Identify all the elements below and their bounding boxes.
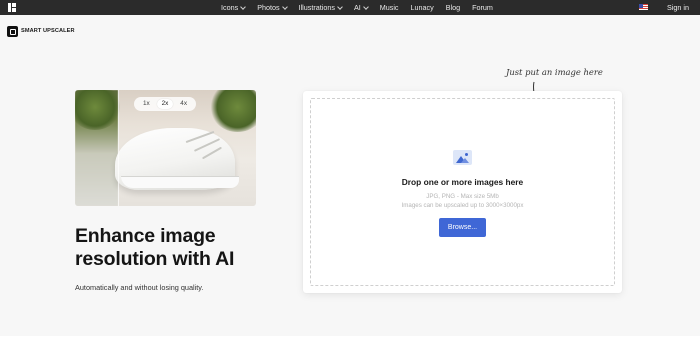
nav-item-label: Blog [445,3,461,12]
sign-in-link[interactable]: Sign in [667,0,689,15]
scale-option-1x[interactable]: 1x [138,99,154,109]
dropzone-format-note: JPG, PNG - Max size 5Mb [426,193,499,200]
nav-item-label: Illustrations [298,3,335,12]
image-dropzone[interactable] [310,98,615,286]
scale-option-4x[interactable]: 4x [176,99,192,109]
nav-item-label: Lunacy [410,3,434,12]
chevron-down-icon [362,3,369,10]
page-title: Enhance image resolution with AI [75,225,295,271]
title-line-2: resolution with AI [75,248,235,270]
upload-card [303,91,622,293]
main-menu: Icons Photos Illustrations AI Music Luna… [221,0,505,15]
chevron-down-icon [337,3,343,10]
sneaker-sole [121,176,239,188]
chevron-down-icon [281,3,288,10]
chevron-down-icon [240,3,247,10]
icons8-logo-icon[interactable] [8,3,16,12]
nav-item-label: AI [353,3,361,12]
top-nav-bar: Icons Photos Illustrations AI Music Luna… [0,0,700,15]
nav-item-icons[interactable]: Icons [221,0,247,15]
nav-item-label: Photos [257,3,280,12]
nav-item-blog[interactable]: Blog [446,0,460,15]
browse-button[interactable]: Browse... [439,218,486,237]
scale-option-2x[interactable]: 2x [156,99,173,109]
nav-item-label: Forum [472,3,493,12]
nav-item-label: Music [379,3,399,12]
nav-item-photos[interactable]: Photos [257,0,288,15]
nav-item-ai[interactable]: AI [353,0,369,15]
footer-band [0,336,700,357]
nav-item-illustrations[interactable]: Illustrations [298,0,343,15]
brand-name: SMART UPSCALER [21,28,75,34]
title-line-1: Enhance image [75,225,216,247]
brand-logo[interactable]: SMART UPSCALER [7,24,75,38]
nav-item-label: Icons [221,3,239,12]
dropzone-title: Drop one or more images here [401,177,524,187]
drop-hint-text: Just put an image here [506,67,603,77]
comparison-divider[interactable] [118,90,119,206]
dropzone-resolution-note: Images can be upscaled up to 3000×3000px [401,202,524,209]
nav-item-forum[interactable]: Forum [472,0,493,15]
image-icon [453,150,472,165]
us-flag-icon[interactable] [639,4,648,10]
plant-image [210,90,256,132]
nav-item-music[interactable]: Music [380,0,399,15]
nav-item-lunacy[interactable]: Lunacy [411,0,434,15]
scale-selector: 1x 2x 4x [134,97,196,111]
page-subtitle: Automatically and without losing quality… [75,283,204,292]
smart-upscaler-logo-icon [7,25,18,37]
